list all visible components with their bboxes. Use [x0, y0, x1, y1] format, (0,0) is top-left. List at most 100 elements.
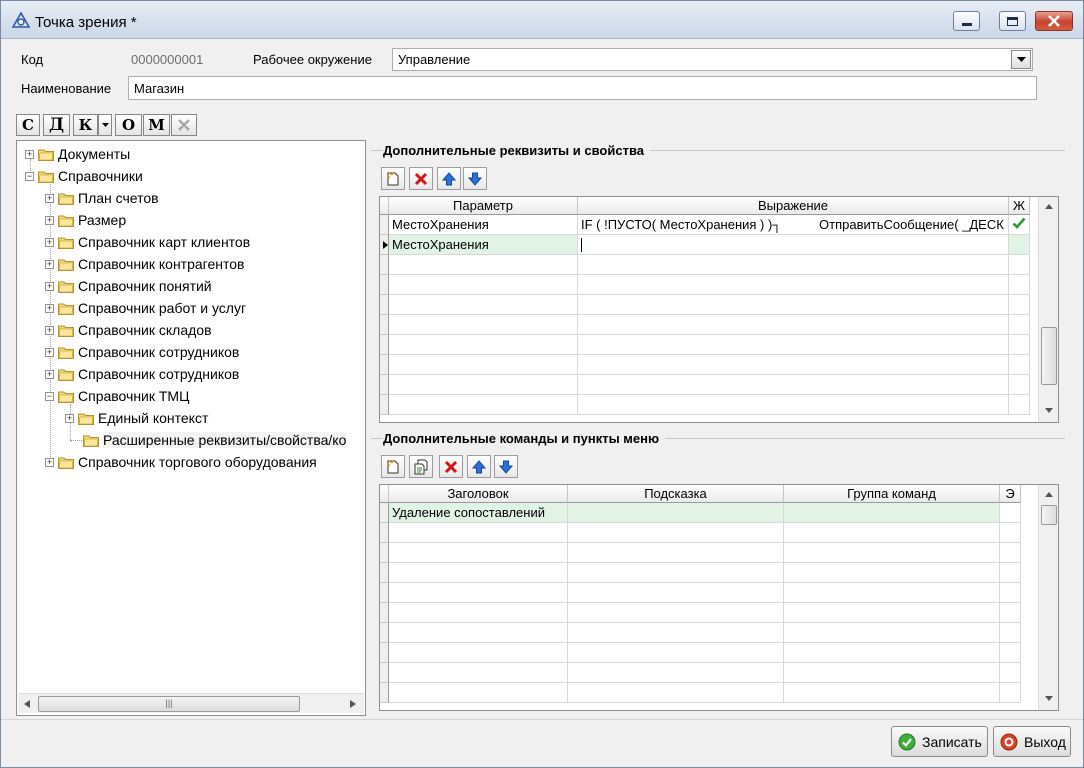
props-grid[interactable]: Параметр Выражение Ж МестоХранения IF ( … [379, 196, 1059, 423]
toolbar-button-o[interactable]: О [115, 114, 142, 136]
props-cell-flag[interactable] [1009, 235, 1030, 255]
props-delete-button[interactable] [409, 167, 433, 190]
folder-icon [58, 325, 74, 337]
commands-cell-e[interactable] [1000, 503, 1021, 523]
props-cell-expression-editing[interactable] [578, 235, 1009, 255]
tree-item-label: Справочник складов [78, 322, 212, 338]
commands-move-down-button[interactable] [494, 455, 518, 478]
tree-scroll-thumb[interactable]: ||| [38, 696, 300, 712]
props-add-button[interactable] [381, 167, 405, 190]
tree-item-counterparties[interactable]: + Справочник контрагентов [45, 253, 244, 275]
commands-delete-button[interactable] [439, 455, 463, 478]
expand-icon[interactable]: + [65, 413, 74, 423]
tree-item-trade-equipment[interactable]: + Справочник торгового оборудования [45, 451, 317, 473]
props-header-flag[interactable]: Ж [1009, 197, 1030, 215]
scroll-down-icon[interactable] [1045, 696, 1053, 701]
tree-item-directories[interactable]: − Справочники [25, 165, 143, 187]
expand-icon[interactable]: + [45, 281, 54, 291]
expand-icon[interactable]: + [45, 237, 54, 247]
folder-icon [58, 347, 74, 359]
commands-grid[interactable]: Заголовок Подсказка Группа команд Э Удал… [379, 484, 1059, 711]
commands-header-group[interactable]: Группа команд [784, 485, 1000, 503]
scroll-right-icon[interactable] [350, 700, 356, 708]
maximize-button[interactable] [999, 11, 1026, 31]
tree-item-label: Справочник работ и услуг [78, 300, 247, 316]
folder-icon [78, 413, 94, 425]
dropdown-button[interactable] [1011, 50, 1031, 69]
expand-icon[interactable]: + [45, 369, 54, 379]
expand-icon[interactable]: + [45, 193, 54, 203]
expand-icon[interactable]: + [45, 325, 54, 335]
tree-item-single-context[interactable]: + Единый контекст [65, 407, 208, 429]
commands-header-hint[interactable]: Подсказка [568, 485, 784, 503]
scroll-up-icon[interactable] [1045, 204, 1053, 209]
props-move-up-button[interactable] [437, 167, 461, 190]
commands-header-title[interactable]: Заголовок [389, 485, 568, 503]
tree-item-employees-2[interactable]: + Справочник сотрудников [45, 363, 239, 385]
folder-icon [58, 259, 74, 271]
tree-item-size[interactable]: + Размер [45, 209, 126, 231]
tree-item-label: Размер [78, 212, 127, 228]
commands-add-button[interactable] [381, 455, 405, 478]
props-header-expression[interactable]: Выражение [578, 197, 1009, 215]
tree-item-employees[interactable]: + Справочник сотрудников [45, 341, 239, 363]
scroll-up-icon[interactable] [1045, 492, 1053, 497]
tree-item-documents[interactable]: + Документы [25, 143, 130, 165]
toolbar-k-dropdown[interactable] [98, 114, 112, 136]
commands-scroll-thumb[interactable] [1041, 505, 1057, 525]
props-header-parameter[interactable]: Параметр [389, 197, 578, 215]
toolbar-button-k[interactable]: К [73, 114, 98, 136]
row-header-current[interactable] [380, 235, 389, 255]
expand-icon[interactable]: + [45, 303, 54, 313]
commands-vertical-scrollbar[interactable] [1038, 485, 1058, 710]
commands-move-up-button[interactable] [467, 455, 491, 478]
props-cell-flag[interactable] [1009, 215, 1030, 235]
props-cell-parameter[interactable]: МестоХранения [389, 235, 578, 255]
collapse-icon[interactable]: − [25, 171, 34, 181]
expand-icon[interactable]: + [45, 215, 54, 225]
tree-item-goods[interactable]: − Справочник ТМЦ [45, 385, 189, 407]
commands-cell-group[interactable] [784, 503, 1000, 523]
props-cell-expression[interactable]: IF ( !ПУСТО( МестоХранения ) )┐ Отправит… [578, 215, 1009, 235]
scroll-left-icon[interactable] [24, 700, 30, 708]
tree-item-works-services[interactable]: + Справочник работ и услуг [45, 297, 246, 319]
exit-button[interactable]: Выход [993, 726, 1071, 757]
code-label: Код [21, 52, 44, 67]
commands-cell-hint[interactable] [568, 503, 784, 523]
commands-copy-button[interactable] [409, 455, 433, 478]
environment-select[interactable]: Управление [392, 48, 1033, 71]
props-cell-parameter[interactable]: МестоХранения [389, 215, 578, 235]
tree-item-warehouses[interactable]: + Справочник складов [45, 319, 212, 341]
collapse-icon[interactable]: − [45, 391, 54, 401]
tree-item-client-cards[interactable]: + Справочник карт клиентов [45, 231, 250, 253]
props-move-down-button[interactable] [463, 167, 487, 190]
toolbar-button-m[interactable]: М [143, 114, 170, 136]
environment-select-value: Управление [398, 52, 471, 67]
save-button[interactable]: Записать [891, 726, 988, 757]
name-input[interactable]: Магазин [128, 76, 1037, 100]
row-header[interactable] [380, 503, 389, 523]
toolbar-button-tools[interactable] [171, 114, 197, 136]
tree-item-concepts[interactable]: + Справочник понятий [45, 275, 212, 297]
row-header[interactable] [380, 215, 389, 235]
expand-icon[interactable]: + [45, 347, 54, 357]
tree-item-label: Единый контекст [98, 410, 209, 426]
commands-header-e[interactable]: Э [1000, 485, 1021, 503]
close-button[interactable] [1035, 11, 1073, 31]
tree-item-chart-of-accounts[interactable]: + План счетов [45, 187, 159, 209]
tree-panel[interactable]: + Документы − Справочники + План счетов … [16, 140, 366, 716]
title-bar[interactable]: Точка зрения * [1, 1, 1083, 39]
tree-item-extended-props[interactable]: Расширенные реквизиты/свойства/ко [83, 429, 347, 451]
toolbar-button-c[interactable]: С [16, 114, 40, 136]
tree-horizontal-scrollbar[interactable]: ||| [18, 693, 364, 713]
toolbar-button-d[interactable]: Д [43, 114, 70, 136]
expand-icon[interactable]: + [45, 259, 54, 269]
props-vertical-scrollbar[interactable] [1038, 197, 1058, 422]
expand-icon[interactable]: + [45, 457, 54, 467]
expand-icon[interactable]: + [25, 149, 34, 159]
props-scroll-thumb[interactable] [1041, 327, 1057, 385]
commands-cell-title[interactable]: Удаление сопоставлений [389, 503, 568, 523]
folder-icon [58, 457, 74, 469]
minimize-button[interactable] [953, 11, 980, 31]
scroll-down-icon[interactable] [1045, 408, 1053, 413]
